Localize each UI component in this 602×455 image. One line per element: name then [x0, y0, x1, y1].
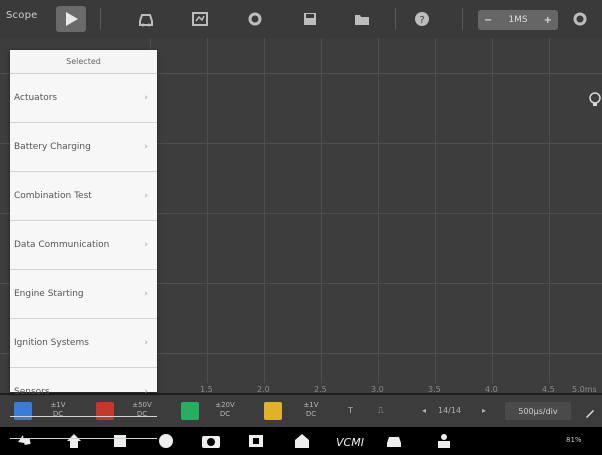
- menu-empty-row: [10, 417, 157, 439]
- x-tick-label: 5.0ms: [572, 385, 597, 394]
- autel-home-icon[interactable]: [292, 431, 312, 455]
- menu-item-label: Ignition Systems: [14, 338, 89, 348]
- preset-menu: Selected Actuators › Battery Charging › Co…: [10, 50, 157, 439]
- x-tick-label: 2.0: [257, 385, 270, 394]
- menu-item-label: Sensors: [14, 387, 50, 397]
- help-icon[interactable]: ?: [412, 9, 432, 29]
- app-title: Scope: [6, 10, 38, 21]
- menu-item-label: Battery Charging: [14, 142, 91, 152]
- menu-item-data-communication[interactable]: Data Communication ›: [10, 221, 157, 270]
- chevron-right-icon: ›: [144, 338, 148, 348]
- menu-item-actuators[interactable]: Actuators ›: [10, 74, 157, 123]
- browser-icon[interactable]: [156, 431, 176, 455]
- prev-frame-button[interactable]: ◂: [422, 406, 426, 415]
- x-tick-label: 3.5: [428, 385, 441, 394]
- zoom-out-button[interactable]: −: [484, 15, 492, 26]
- vci-icon[interactable]: VCMI: [336, 434, 364, 453]
- toolbar-divider: [100, 8, 101, 30]
- toolbar-divider: [462, 8, 463, 30]
- channel-3-setting[interactable]: ±20V DC: [214, 401, 236, 419]
- x-tick-label: 3.0: [371, 385, 384, 394]
- menu-item-label: Engine Starting: [14, 289, 84, 299]
- chevron-right-icon: ›: [144, 93, 148, 103]
- x-tick-label: 2.5: [314, 385, 327, 394]
- svg-text:VCMI: VCMI: [336, 436, 364, 449]
- zoom-in-button[interactable]: +: [544, 15, 552, 26]
- frame-counter: 14/14: [438, 406, 462, 415]
- chevron-right-icon: ›: [144, 289, 148, 299]
- folder-icon[interactable]: [352, 9, 372, 29]
- camera-icon[interactable]: [200, 431, 222, 455]
- zoom-label: 1MS: [508, 15, 528, 25]
- zoom-control: − 1MS +: [478, 10, 558, 30]
- svg-text:?: ?: [419, 15, 424, 26]
- save-icon[interactable]: [300, 9, 320, 29]
- pulse-icon[interactable]: ⎍: [378, 406, 384, 416]
- settings-gear-icon[interactable]: [570, 9, 590, 33]
- trigger-button[interactable]: T: [348, 406, 353, 415]
- menu-item-label: Combination Test: [14, 191, 92, 201]
- toolbar-divider: [395, 8, 396, 30]
- channel-4-setting[interactable]: ±1V DC: [300, 401, 322, 419]
- play-icon: [66, 12, 78, 26]
- chevron-right-icon: ›: [144, 387, 148, 397]
- channel-3-button[interactable]: [181, 402, 199, 420]
- menu-item-label: Actuators: [14, 93, 58, 103]
- menu-item-sensors[interactable]: Sensors ›: [10, 368, 157, 417]
- technician-icon[interactable]: [432, 431, 452, 455]
- channel-4-button[interactable]: [264, 402, 282, 420]
- menu-item-label: Data Communication: [14, 240, 110, 250]
- chevron-right-icon: ›: [144, 191, 148, 201]
- grid-line: [492, 38, 493, 383]
- menu-item-ignition-systems[interactable]: Ignition Systems ›: [10, 319, 157, 368]
- lightbulb-icon[interactable]: [589, 92, 601, 112]
- chevron-right-icon: ›: [144, 142, 148, 152]
- chevron-right-icon: ›: [144, 240, 148, 250]
- screen-record-icon[interactable]: [246, 431, 266, 455]
- battery-status: 81%: [566, 436, 582, 444]
- grid-line: [321, 38, 322, 383]
- x-tick-label: 4.0: [485, 385, 498, 394]
- grid-line: [264, 38, 265, 383]
- menu-item-battery-charging[interactable]: Battery Charging ›: [10, 123, 157, 172]
- grid-line: [207, 38, 208, 383]
- grid-line: [435, 38, 436, 383]
- menu-item-combination-test[interactable]: Combination Test ›: [10, 172, 157, 221]
- pen-icon[interactable]: [584, 404, 596, 423]
- grid-line: [378, 38, 379, 383]
- play-button[interactable]: [56, 6, 86, 32]
- gear-icon[interactable]: [245, 9, 265, 29]
- timebase-selector[interactable]: 500μs/div: [505, 402, 571, 420]
- probe-icon[interactable]: [190, 9, 210, 29]
- x-tick-label: 4.5: [542, 385, 555, 394]
- vehicle-icon[interactable]: [136, 9, 156, 29]
- grid-line: [549, 38, 550, 383]
- menu-header: Selected: [10, 50, 157, 74]
- x-tick-label: 1.5: [200, 385, 213, 394]
- menu-item-engine-starting[interactable]: Engine Starting ›: [10, 270, 157, 319]
- car-icon[interactable]: [384, 431, 404, 455]
- top-toolbar: Scope ? − 1MS +: [0, 0, 602, 38]
- next-frame-button[interactable]: ▸: [482, 406, 486, 415]
